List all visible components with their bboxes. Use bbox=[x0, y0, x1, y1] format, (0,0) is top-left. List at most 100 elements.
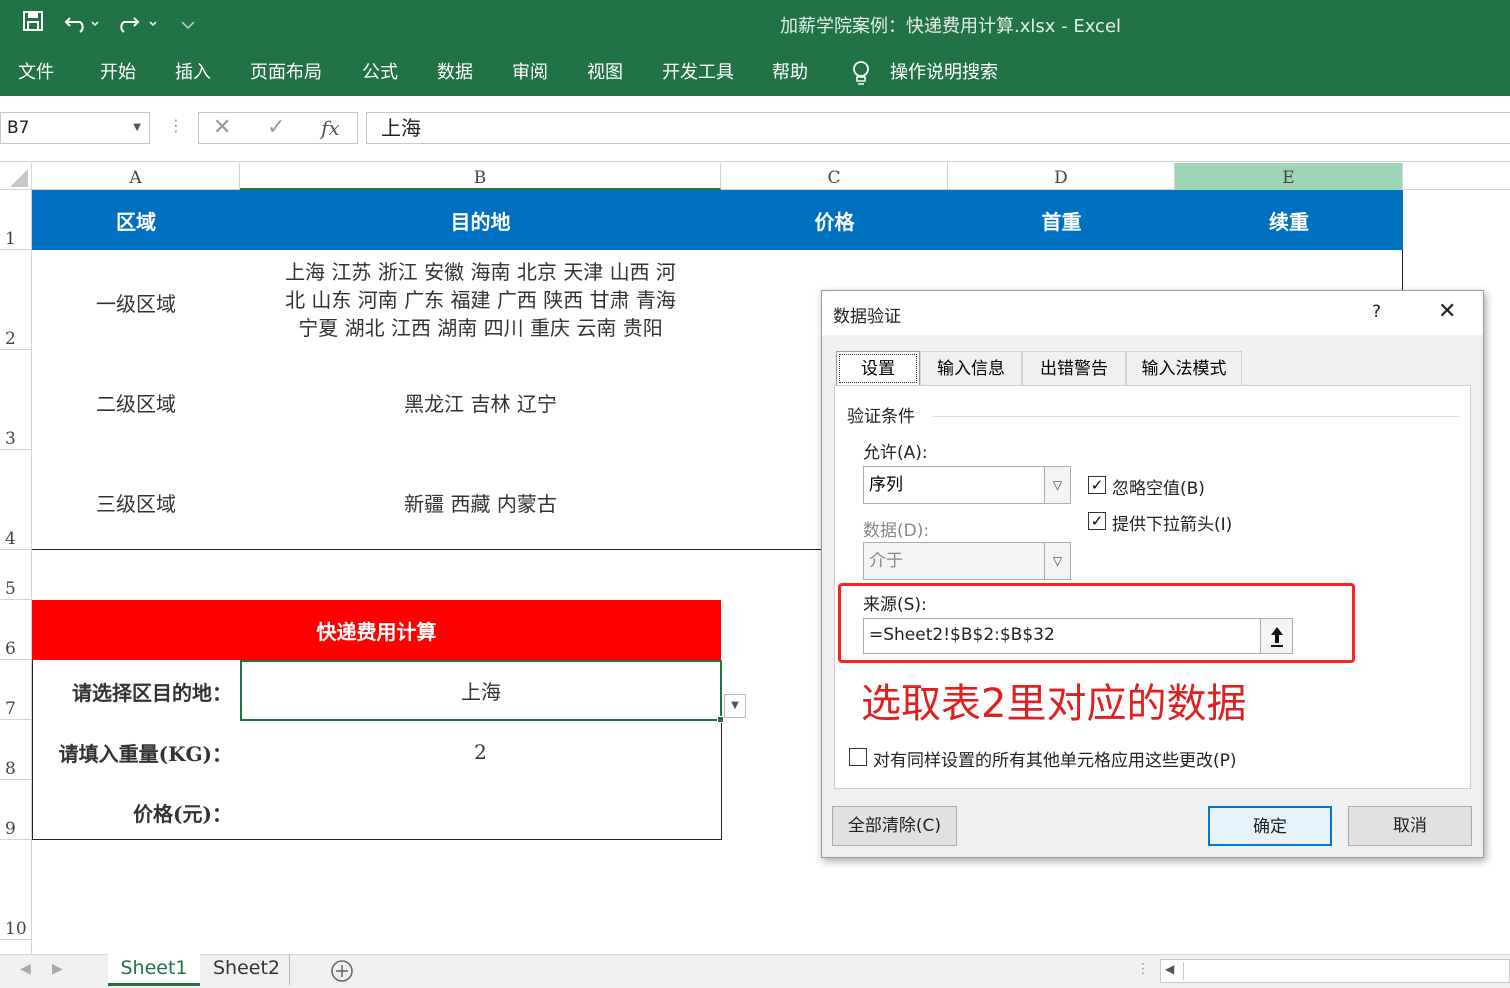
sheet-tab-sheet1[interactable]: Sheet1 bbox=[108, 954, 200, 986]
row-headers: 1 2 3 4 5 6 7 8 9 10 bbox=[0, 190, 32, 954]
save-icon[interactable] bbox=[22, 10, 44, 40]
ignore-blank-label: 忽略空值(B) bbox=[1112, 479, 1205, 499]
cell-dropdown-chevron-icon[interactable]: ▼ bbox=[724, 694, 746, 718]
cell-b1[interactable]: 目的地 bbox=[240, 190, 721, 250]
source-input[interactable]: =Sheet2!$B$2:$B$32 bbox=[863, 618, 1293, 654]
chevron-down-icon[interactable]: ▽ bbox=[1044, 467, 1070, 503]
row-header-7[interactable]: 7 bbox=[0, 660, 32, 720]
chevron-down-icon[interactable]: ▽ bbox=[1044, 543, 1070, 579]
ok-button[interactable]: 确定 bbox=[1208, 806, 1332, 846]
cell-a6-merged[interactable]: 快递费用计算 bbox=[32, 600, 721, 660]
enter-icon[interactable]: ✓ bbox=[267, 113, 285, 143]
scrollbar-left-arrow-icon[interactable]: ◀ bbox=[1165, 962, 1174, 976]
in-cell-dropdown-checkbox[interactable]: ✓ bbox=[1088, 512, 1106, 530]
cell-a9[interactable]: 价格(元)： bbox=[32, 782, 232, 842]
cancel-icon[interactable]: ✕ bbox=[213, 113, 231, 143]
apply-all-checkbox[interactable] bbox=[849, 748, 867, 766]
row-header-6[interactable]: 6 bbox=[0, 600, 32, 660]
formula-bar-area: B7 ▼ ⋮ ✕ ✓ fx 上海 bbox=[0, 96, 1510, 162]
drag-handle-icon[interactable]: ⋮ bbox=[168, 116, 184, 135]
tell-me-search[interactable]: 操作说明搜索 bbox=[890, 61, 998, 85]
row-header-4[interactable]: 4 bbox=[0, 450, 32, 550]
source-label: 来源(S): bbox=[863, 595, 927, 615]
help-icon[interactable]: ? bbox=[1372, 302, 1381, 322]
column-headers: A B C D E bbox=[0, 163, 1510, 190]
tab-error-alert[interactable]: 出错警告 bbox=[1022, 351, 1126, 385]
allow-select[interactable]: 序列 ▽ bbox=[863, 466, 1071, 504]
chevron-down-icon[interactable]: ▼ bbox=[133, 113, 141, 143]
dialog-title: 数据验证 bbox=[833, 307, 901, 327]
row-header-5[interactable]: 5 bbox=[0, 550, 32, 600]
column-header-b[interactable]: B bbox=[240, 163, 721, 190]
tab-ime-mode[interactable]: 输入法模式 bbox=[1126, 351, 1242, 385]
group-divider bbox=[933, 416, 1459, 417]
row-header-8[interactable]: 8 bbox=[0, 720, 32, 780]
scroll-right-icon[interactable]: ▶ bbox=[52, 961, 63, 977]
tab-help[interactable]: 帮助 bbox=[772, 61, 808, 85]
cell-a8[interactable]: 请填入重量(KG)： bbox=[32, 722, 232, 782]
scrollbar-thumb[interactable] bbox=[1183, 962, 1503, 980]
collapse-dialog-icon[interactable] bbox=[1260, 619, 1292, 653]
ribbon-tabs: 文件 开始 插入 页面布局 公式 数据 审阅 视图 开发工具 帮助 操作说明搜索 bbox=[0, 50, 1510, 96]
cell-b2[interactable]: 上海 江苏 浙江 安徽 海南 北京 天津 山西 河 北 山东 河南 广东 福建 … bbox=[240, 258, 721, 348]
tab-home[interactable]: 开始 bbox=[100, 61, 136, 85]
tab-view[interactable]: 视图 bbox=[587, 61, 623, 85]
cell-a7[interactable]: 请选择区目的地： bbox=[32, 662, 232, 720]
cell-b3[interactable]: 黑龙江 吉林 辽宁 bbox=[240, 372, 721, 432]
cell-a2[interactable]: 一级区域 bbox=[32, 270, 240, 334]
redo-icon[interactable] bbox=[118, 10, 158, 42]
annotation-text: 选取表2里对应的数据 bbox=[861, 681, 1247, 727]
tab-formulas[interactable]: 公式 bbox=[362, 61, 398, 85]
clear-all-button[interactable]: 全部清除(C) bbox=[832, 806, 957, 846]
row-header-10[interactable]: 10 bbox=[0, 840, 32, 940]
dialog-title-bar: 数据验证 ? ✕ bbox=[822, 291, 1483, 335]
cell-b8[interactable]: 2 bbox=[240, 722, 721, 782]
ignore-blank-checkbox[interactable]: ✓ bbox=[1088, 476, 1106, 494]
settings-panel: 验证条件 允许(A): 序列 ▽ ✓ 忽略空值(B) ✓ 提供下拉箭头(I) 数… bbox=[834, 385, 1471, 789]
tab-page-layout[interactable]: 页面布局 bbox=[250, 61, 322, 85]
row-header-3[interactable]: 3 bbox=[0, 350, 32, 450]
cell-c1[interactable]: 价格 bbox=[721, 190, 948, 250]
title-bar: 加薪学院案例：快递费用计算.xlsx - Excel bbox=[0, 0, 1510, 50]
cell-d1[interactable]: 首重 bbox=[948, 190, 1175, 250]
tab-file[interactable]: 文件 bbox=[18, 61, 54, 85]
scroll-splitter-icon[interactable]: ⋮ bbox=[1136, 961, 1150, 977]
tab-settings[interactable]: 设置 bbox=[836, 351, 920, 385]
horizontal-scrollbar[interactable]: ◀ bbox=[1160, 959, 1510, 983]
name-box-value: B7 bbox=[7, 118, 30, 138]
cell-a3[interactable]: 二级区域 bbox=[32, 372, 240, 432]
row-header-2[interactable]: 2 bbox=[0, 250, 32, 350]
customize-toolbar-icon[interactable] bbox=[180, 10, 196, 42]
tab-input-message[interactable]: 输入信息 bbox=[920, 351, 1022, 385]
cell-b4[interactable]: 新疆 西藏 内蒙古 bbox=[240, 472, 721, 532]
data-select[interactable]: 介于 ▽ bbox=[863, 542, 1071, 580]
cell-b7-selected[interactable]: 上海 bbox=[240, 660, 722, 721]
sheet-tab-sheet2[interactable]: Sheet2 bbox=[204, 955, 290, 985]
cell-a4[interactable]: 三级区域 bbox=[32, 472, 240, 532]
undo-icon[interactable] bbox=[64, 10, 100, 42]
data-validation-dialog: 数据验证 ? ✕ 设置 输入信息 出错警告 输入法模式 验证条件 允许(A): … bbox=[821, 290, 1484, 858]
row-header-1[interactable]: 1 bbox=[0, 190, 32, 250]
tab-developer[interactable]: 开发工具 bbox=[662, 61, 734, 85]
select-all-corner[interactable] bbox=[0, 163, 32, 190]
cell-a1[interactable]: 区域 bbox=[32, 190, 240, 250]
column-header-e[interactable]: E bbox=[1175, 163, 1403, 190]
tab-data[interactable]: 数据 bbox=[437, 61, 473, 85]
column-header-d[interactable]: D bbox=[948, 163, 1175, 190]
name-box[interactable]: B7 ▼ bbox=[0, 112, 150, 144]
cell-e1[interactable]: 续重 bbox=[1175, 190, 1403, 250]
add-sheet-icon[interactable] bbox=[330, 959, 354, 987]
cell-b2-line2: 北 山东 河南 广东 福建 广西 陕西 甘肃 青海 bbox=[285, 288, 676, 312]
tab-review[interactable]: 审阅 bbox=[512, 61, 548, 85]
scroll-left-icon[interactable]: ◀ bbox=[20, 961, 31, 977]
tab-insert[interactable]: 插入 bbox=[175, 61, 211, 85]
apply-all-label: 对有同样设置的所有其他单元格应用这些更改(P) bbox=[873, 751, 1237, 771]
close-icon[interactable]: ✕ bbox=[1438, 299, 1456, 324]
formula-input[interactable]: 上海 bbox=[366, 112, 1510, 144]
column-header-a[interactable]: A bbox=[32, 163, 240, 190]
row-header-9[interactable]: 9 bbox=[0, 780, 32, 840]
column-header-c[interactable]: C bbox=[721, 163, 948, 190]
source-input-value: =Sheet2!$B$2:$B$32 bbox=[869, 625, 1055, 645]
cancel-button[interactable]: 取消 bbox=[1348, 806, 1472, 846]
insert-function-icon[interactable]: fx bbox=[321, 113, 340, 143]
